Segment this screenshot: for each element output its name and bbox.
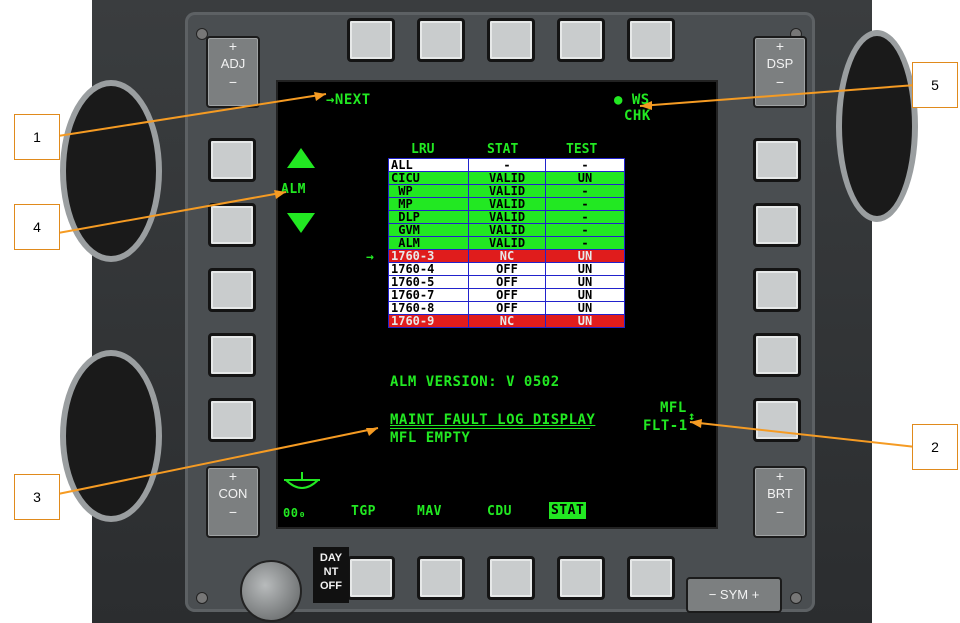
callout-4: 4 bbox=[14, 204, 60, 250]
cockpit-frame: + ADJ − + DSP − + CON − + BRT − − SYM + … bbox=[0, 0, 960, 623]
callout-1: 1 bbox=[14, 114, 60, 160]
callout-3: 3 bbox=[14, 474, 60, 520]
callout-5: 5 bbox=[912, 62, 958, 108]
callout-lines bbox=[57, 84, 917, 495]
callout-2: 2 bbox=[912, 424, 958, 470]
